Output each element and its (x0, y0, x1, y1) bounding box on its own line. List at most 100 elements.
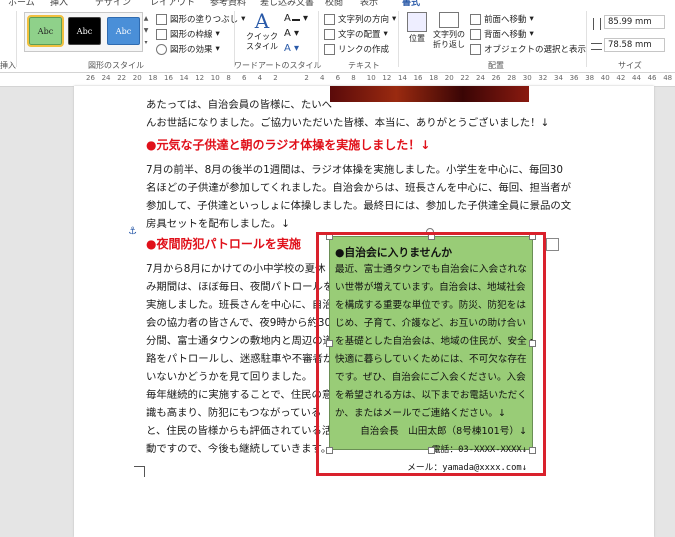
tab-references[interactable]: 参考資料 (210, 0, 246, 8)
ruler-tick: 16 (164, 74, 173, 82)
tab-insert[interactable]: 挿入 (50, 0, 68, 8)
body-line: 房具セットを配布しました。↓ (146, 218, 290, 230)
tab-format[interactable]: 書式 (402, 0, 420, 8)
tab-review[interactable]: 校閲 (325, 0, 343, 8)
text-effects-icon[interactable]: A ▾ (284, 43, 299, 54)
tab-view[interactable]: 表示 (360, 0, 378, 8)
shape-style-preset-blue[interactable]: Abc (107, 17, 140, 45)
ruler-tick: 44 (632, 74, 641, 82)
shape-width-input[interactable]: 78.58 mm (604, 38, 665, 52)
layout-options-icon[interactable] (546, 238, 559, 251)
body-line: 7月から8月にかけての小中学校の夏休 (146, 263, 326, 275)
tab-mailings[interactable]: 差し込み文書 (260, 0, 314, 8)
anchor-icon[interactable]: ⚓ (128, 226, 137, 237)
chevron-down-icon: ▾ (529, 14, 534, 24)
create-link-button[interactable]: リンクの作成 (324, 43, 389, 55)
position-icon (407, 12, 427, 32)
tab-design[interactable]: デザイン (95, 0, 131, 8)
body-line: 参加して、子供達といっしょに体操しました。最終日には、参加した子供達全員に景品の… (146, 200, 572, 212)
selection-pane-button[interactable]: オブジェクトの選択と表示 (470, 43, 586, 55)
shape-style-preset-black[interactable]: Abc (68, 17, 101, 45)
body-line: 動ですので、今後も継続していきます。 (146, 443, 332, 455)
chevron-down-icon: ▾ (215, 44, 220, 54)
tab-layout[interactable]: レイアウト (150, 0, 195, 8)
group-label-arrange: 配置 (488, 61, 504, 70)
text-outline-icon[interactable]: A ▾ (284, 28, 299, 39)
ruler-tick: 14 (398, 74, 407, 82)
ruler-tick: 26 (491, 74, 501, 82)
link-icon (324, 43, 335, 55)
ruler-tick: 22 (460, 74, 470, 82)
shape-effects-button[interactable]: 図形の効果 ▾ (156, 43, 220, 55)
preset-label: Abc (37, 26, 54, 36)
ruler-tick: 18 (429, 74, 439, 82)
ruler-tick: 8 (351, 74, 356, 82)
wrap-text-button[interactable]: 文字列の 折り返し (432, 12, 466, 50)
group-label-shape-styles: 図形のスタイル (88, 61, 144, 70)
page-margin-corner (134, 466, 145, 477)
align-text-label: 文字の配置 (338, 30, 381, 40)
bring-forward-icon (470, 13, 481, 25)
shape-style-preset-green[interactable]: Abc (27, 15, 64, 47)
horizontal-ruler[interactable]: 26 24 22 20 18 16 14 12 10 8 6 4 2 2 4 6 8 10 12 14 16 18 20 22… (0, 73, 675, 87)
photo-image[interactable] (330, 86, 529, 102)
wrap-text-label: 文字列の 折り返し (433, 30, 465, 49)
shape-outline-label: 図形の枠線 (170, 30, 213, 40)
quick-styles-label: クイック スタイル (246, 32, 278, 51)
ruler-tick: 32 (538, 74, 548, 82)
section-heading-night-patrol: ●夜間防犯パトロールを実施 (146, 237, 301, 251)
quick-styles-button[interactable]: A クイック スタイル (244, 10, 280, 52)
ruler-tick: 6 (242, 74, 247, 82)
align-text-button[interactable]: 文字の配置 ▾ (324, 28, 388, 40)
position-button[interactable]: 位置 (404, 12, 430, 44)
shape-outline-button[interactable]: 図形の枠線 ▾ (156, 28, 220, 40)
chevron-down-icon: ▾ (529, 29, 534, 39)
body-line: と、住民の皆様からも評価されている活 (146, 425, 333, 437)
pen-icon (156, 28, 167, 40)
section-heading-radio-exercise: ●元気な子供達と朝のラジオ体操を実施しました！↓ (146, 138, 431, 152)
selection-pane-label: オブジェクトの選択と表示 (484, 45, 587, 55)
body-line: いないかどうかを見て回りました。 (146, 371, 313, 383)
ruler-tick: 14 (179, 74, 189, 82)
highlight-frame (316, 232, 546, 476)
group-label-size: サイズ (618, 61, 642, 70)
ruler-tick: 22 (117, 74, 127, 82)
document-page[interactable]: あたっては、自治会員の皆様に、たいへ んお世話になりました。ご協力いただいた皆様… (74, 86, 654, 537)
group-separator (234, 11, 235, 67)
body-line: 会の協力者の皆さんで、夜9時から約30 (146, 317, 332, 329)
wrap-text-icon (439, 12, 459, 28)
shape-effects-label: 図形の効果 (170, 45, 213, 55)
tab-home[interactable]: ホーム (8, 0, 35, 8)
send-backward-button[interactable]: 背面へ移動 ▾ (470, 28, 534, 40)
align-text-icon (324, 28, 335, 40)
text-fill-icon[interactable]: A ▾ (284, 13, 308, 24)
preset-label: Abc (76, 26, 93, 36)
text-direction-button[interactable]: 文字列の方向 ▾ (324, 13, 396, 25)
group-label-wordart: ワードアートのスタイル (234, 61, 322, 70)
ruler-tick: 12 (382, 74, 392, 82)
ruler-tick: 28 (507, 74, 517, 82)
ruler-tick: 10 (210, 74, 220, 82)
ruler-tick: 26 (86, 74, 95, 82)
ruler-tick: 24 (476, 74, 485, 82)
ruler-tick: 6 (335, 74, 341, 82)
ruler-tick: 36 (569, 74, 579, 82)
shape-fill-button[interactable]: 図形の塗りつぶし ▾ (156, 13, 245, 25)
group-separator (586, 11, 587, 67)
ruler-tick: 18 (148, 74, 158, 82)
ruler-tick: 10 (366, 74, 376, 82)
shape-height-input[interactable]: 85.99 mm (604, 15, 665, 29)
effects-icon (156, 43, 167, 55)
position-label: 位置 (409, 34, 425, 43)
paint-bucket-icon (156, 13, 167, 25)
preset-label: Abc (115, 26, 132, 36)
text-direction-label: 文字列の方向 (338, 15, 390, 25)
body-line: 毎年継続的に実施することで、住民の意 (146, 389, 333, 401)
ruler-tick: 8 (226, 74, 231, 82)
body-line: 名ほどの子供達が参加してくれました。自治会からは、班長さんを中心に、毎回、担当者… (146, 182, 572, 194)
gallery-scroll-buttons[interactable]: ▲ ▼ ▾ (142, 13, 150, 49)
bring-forward-button[interactable]: 前面へ移動 ▾ (470, 13, 534, 25)
ruler-tick: 34 (554, 74, 563, 82)
text-direction-icon (324, 13, 335, 25)
ruler-tick: 2 (273, 74, 278, 82)
